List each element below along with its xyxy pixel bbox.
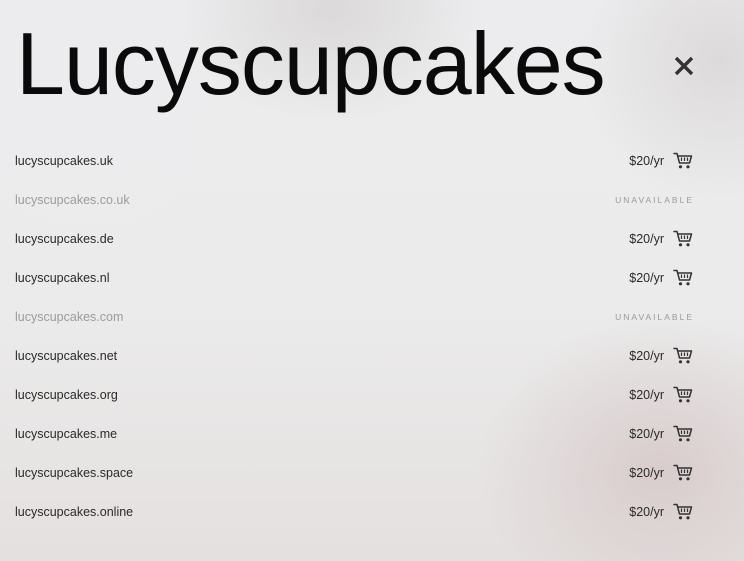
domain-row: lucyscupcakes.me $20/yr (0, 414, 744, 453)
domain-row: lucyscupcakes.uk $20/yr (0, 141, 744, 180)
close-icon (674, 56, 694, 76)
domain-name: lucyscupcakes.me (15, 427, 118, 441)
cart-icon (673, 230, 693, 247)
domain-name: lucyscupcakes.uk (15, 154, 113, 168)
domain-price: $20/yr (629, 232, 664, 246)
domain-price: $20/yr (629, 466, 664, 480)
domain-price: $20/yr (629, 427, 664, 441)
domain-row: lucyscupcakes.space $20/yr (0, 453, 744, 492)
add-to-cart-button[interactable] (673, 230, 693, 248)
domain-price: $20/yr (629, 349, 664, 363)
cart-icon (673, 386, 693, 403)
domain-price: $20/yr (629, 388, 664, 402)
close-button[interactable] (670, 52, 698, 80)
domain-name: lucyscupcakes.net (15, 349, 118, 363)
domain-name: lucyscupcakes.space (15, 466, 134, 480)
add-to-cart-button[interactable] (673, 464, 693, 482)
add-to-cart-button[interactable] (673, 503, 693, 521)
domain-name: lucyscupcakes.online (15, 505, 134, 519)
cart-icon (673, 464, 693, 481)
domain-row: lucyscupcakes.org $20/yr (0, 375, 744, 414)
add-to-cart-button[interactable] (673, 386, 693, 404)
unavailable-label: UNAVAILABLE (615, 312, 694, 322)
domain-name: lucyscupcakes.nl (15, 271, 110, 285)
page-title: Lucyscupcakes (16, 14, 606, 113)
domain-price: $20/yr (629, 271, 664, 285)
domain-row: lucyscupcakes.com UNAVAILABLE (0, 297, 744, 336)
cart-icon (673, 152, 693, 169)
add-to-cart-button[interactable] (673, 269, 693, 287)
domain-name: lucyscupcakes.com (15, 310, 124, 324)
add-to-cart-button[interactable] (673, 425, 693, 443)
cart-icon (673, 269, 693, 286)
domain-price: $20/yr (629, 154, 664, 168)
domain-name: lucyscupcakes.de (15, 232, 114, 246)
add-to-cart-button[interactable] (673, 347, 693, 365)
domain-results-list: lucyscupcakes.uk $20/yr lucyscupcakes.co… (0, 141, 744, 531)
add-to-cart-button[interactable] (673, 152, 693, 170)
domain-row: lucyscupcakes.nl $20/yr (0, 258, 744, 297)
domain-name: lucyscupcakes.org (15, 388, 118, 402)
unavailable-label: UNAVAILABLE (615, 195, 694, 205)
domain-row: lucyscupcakes.online $20/yr (0, 492, 744, 531)
cart-icon (673, 347, 693, 364)
domain-name: lucyscupcakes.co.uk (15, 193, 130, 207)
cart-icon (673, 503, 693, 520)
domain-price: $20/yr (629, 505, 664, 519)
domain-row: lucyscupcakes.de $20/yr (0, 219, 744, 258)
domain-row: lucyscupcakes.net $20/yr (0, 336, 744, 375)
cart-icon (673, 425, 693, 442)
domain-row: lucyscupcakes.co.uk UNAVAILABLE (0, 180, 744, 219)
